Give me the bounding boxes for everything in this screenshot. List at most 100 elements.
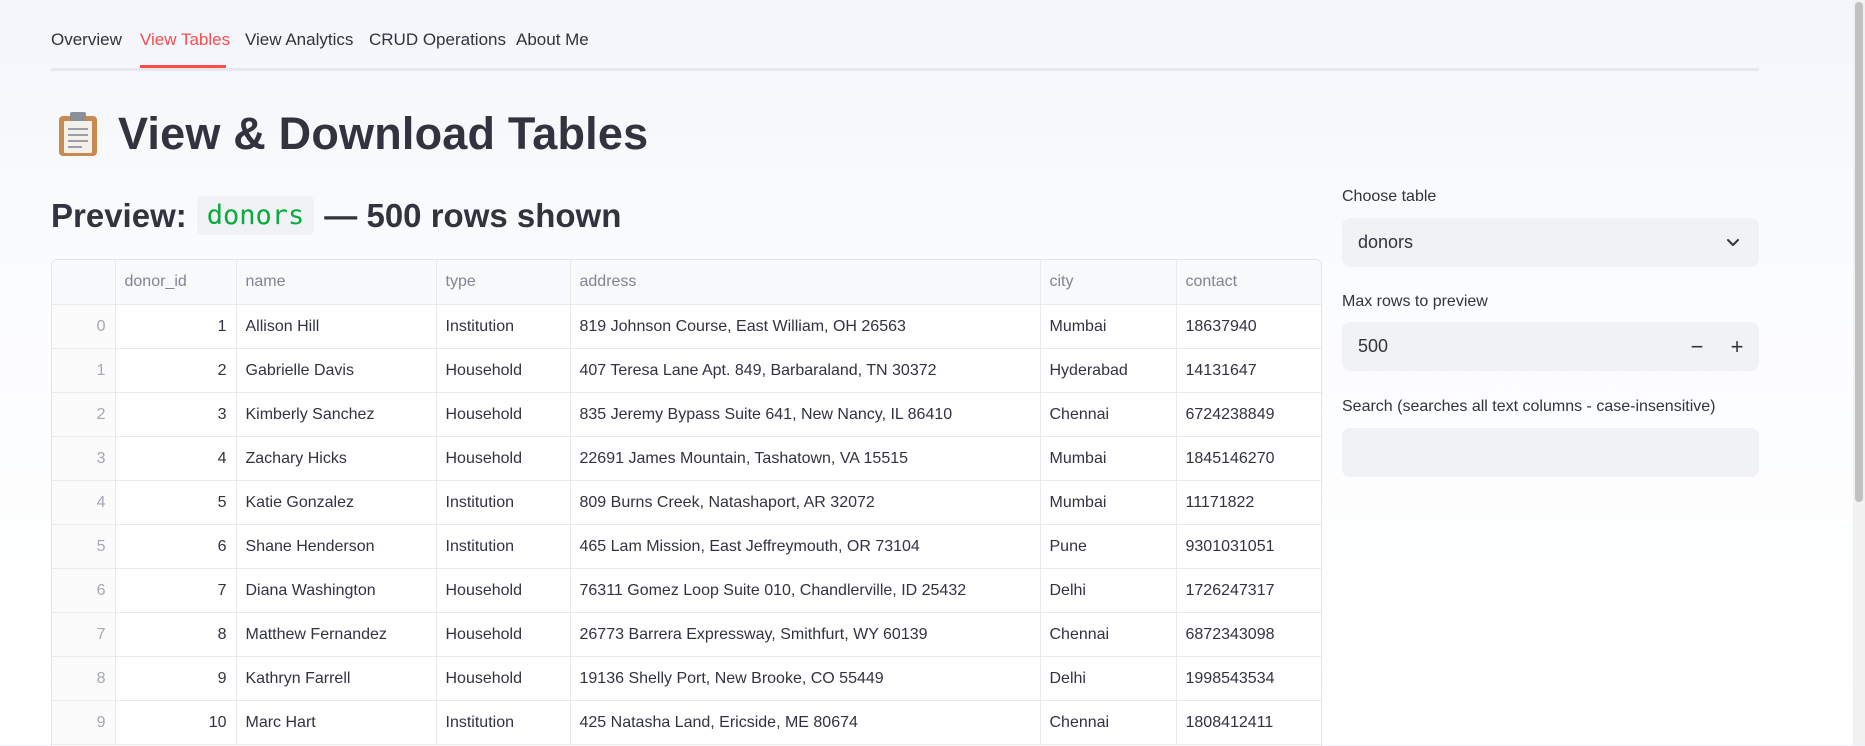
cell-donor-id[interactable]: 1	[115, 304, 237, 349]
cell-name[interactable]: Shane Henderson	[236, 524, 437, 569]
tab-view-analytics[interactable]: View Analytics	[245, 30, 353, 50]
cell-city[interactable]: Chennai	[1040, 612, 1177, 657]
cell-donor-id[interactable]: 2	[115, 348, 237, 393]
cell-type[interactable]: Household	[436, 612, 571, 657]
cell-name[interactable]: Allison Hill	[236, 304, 437, 349]
cell-name[interactable]: Matthew Fernandez	[236, 612, 437, 657]
cell-address[interactable]: 26773 Barrera Expressway, Smithfurt, WY …	[570, 612, 1041, 657]
cell-donor-id[interactable]: 5	[115, 480, 237, 525]
increment-button[interactable]: +	[1717, 322, 1757, 371]
cell-index[interactable]: 1	[52, 348, 116, 393]
cell-donor-id[interactable]: 3	[115, 392, 237, 437]
cell-address[interactable]: 407 Teresa Lane Apt. 849, Barbaraland, T…	[570, 348, 1041, 393]
column-header-contact[interactable]: contact	[1176, 260, 1321, 305]
cell-name[interactable]: Marc Hart	[236, 700, 437, 745]
cell-name[interactable]: Zachary Hicks	[236, 436, 437, 481]
cell-index[interactable]: 3	[52, 436, 116, 481]
cell-contact[interactable]: 6724238849	[1176, 392, 1321, 437]
cell-address[interactable]: 425 Natasha Land, Ericside, ME 80674	[570, 700, 1041, 745]
cell-contact[interactable]: 1998543534	[1176, 656, 1321, 701]
cell-city[interactable]: Mumbai	[1040, 304, 1177, 349]
cell-donor-id[interactable]: 7	[115, 568, 237, 613]
table-row[interactable]: 4 5 Katie Gonzalez Institution 809 Burns Cre…	[52, 480, 1321, 525]
cell-type[interactable]: Institution	[436, 480, 571, 525]
search-input[interactable]	[1342, 428, 1759, 477]
table-row[interactable]: 2 3 Kimberly Sanchez Household 835 Jeremy By…	[52, 392, 1321, 437]
tab-about-me[interactable]: About Me	[516, 30, 589, 50]
cell-type[interactable]: Household	[436, 348, 571, 393]
column-header-donor-id[interactable]: donor_id	[115, 260, 237, 305]
cell-type[interactable]: Household	[436, 656, 571, 701]
column-header-name[interactable]: name	[236, 260, 437, 305]
table-row[interactable]: 1 2 Gabrielle Davis Household 407 Teresa Lan…	[52, 348, 1321, 393]
page-scrollbar[interactable]	[1853, 0, 1865, 745]
cell-address[interactable]: 465 Lam Mission, East Jeffreymouth, OR 7…	[570, 524, 1041, 569]
cell-name[interactable]: Katie Gonzalez	[236, 480, 437, 525]
cell-index[interactable]: 2	[52, 392, 116, 437]
cell-address[interactable]: 819 Johnson Course, East William, OH 265…	[570, 304, 1041, 349]
cell-donor-id[interactable]: 10	[115, 700, 237, 745]
column-header-address[interactable]: address	[570, 260, 1041, 305]
cell-type[interactable]: Institution	[436, 700, 571, 745]
cell-donor-id[interactable]: 4	[115, 436, 237, 481]
cell-type[interactable]: Household	[436, 436, 571, 481]
cell-contact[interactable]: 6872343098	[1176, 612, 1321, 657]
cell-index[interactable]: 4	[52, 480, 116, 525]
data-table[interactable]: donor_id name type address city contact …	[51, 259, 1322, 746]
cell-index[interactable]: 6	[52, 568, 116, 613]
cell-contact[interactable]: 9301031051	[1176, 524, 1321, 569]
cell-index[interactable]: 7	[52, 612, 116, 657]
cell-index[interactable]: 9	[52, 700, 116, 745]
column-header-index[interactable]	[52, 260, 116, 305]
cell-city[interactable]: Mumbai	[1040, 480, 1177, 525]
tab-overview[interactable]: Overview	[51, 30, 122, 50]
cell-city[interactable]: Chennai	[1040, 700, 1177, 745]
cell-contact[interactable]: 11171822	[1176, 480, 1321, 525]
cell-name[interactable]: Kimberly Sanchez	[236, 392, 437, 437]
cell-donor-id[interactable]: 6	[115, 524, 237, 569]
cell-type[interactable]: Household	[436, 568, 571, 613]
cell-address[interactable]: 809 Burns Creek, Natashaport, AR 32072	[570, 480, 1041, 525]
table-row[interactable]: 7 8 Matthew Fernandez Household 26773 Barrer…	[52, 612, 1321, 657]
cell-address[interactable]: 19136 Shelly Port, New Brooke, CO 55449	[570, 656, 1041, 701]
cell-index[interactable]: 8	[52, 656, 116, 701]
cell-name[interactable]: Gabrielle Davis	[236, 348, 437, 393]
table-row[interactable]: 8 9 Kathryn Farrell Household 19136 Shelly P…	[52, 656, 1321, 701]
table-row[interactable]: 0 1 Allison Hill Institution 819 Johnson Cou…	[52, 304, 1321, 349]
decrement-button[interactable]: −	[1677, 322, 1717, 371]
table-row[interactable]: 3 4 Zachary Hicks Household 22691 James Moun…	[52, 436, 1321, 481]
cell-index[interactable]: 0	[52, 304, 116, 349]
cell-contact[interactable]: 1808412411	[1176, 700, 1321, 745]
cell-city[interactable]: Mumbai	[1040, 436, 1177, 481]
tab-crud-operations[interactable]: CRUD Operations	[369, 30, 506, 50]
cell-city[interactable]: Delhi	[1040, 656, 1177, 701]
cell-address[interactable]: 22691 James Mountain, Tashatown, VA 1551…	[570, 436, 1041, 481]
column-header-city[interactable]: city	[1040, 260, 1177, 305]
tab-view-tables[interactable]: View Tables	[140, 30, 230, 50]
cell-address[interactable]: 76311 Gomez Loop Suite 010, Chandlervill…	[570, 568, 1041, 613]
cell-address[interactable]: 835 Jeremy Bypass Suite 641, New Nancy, …	[570, 392, 1041, 437]
cell-type[interactable]: Household	[436, 392, 571, 437]
cell-donor-id[interactable]: 8	[115, 612, 237, 657]
cell-name[interactable]: Diana Washington	[236, 568, 437, 613]
cell-donor-id[interactable]: 9	[115, 656, 237, 701]
table-row[interactable]: 9 10 Marc Hart Institution 425 Natasha Land,…	[52, 700, 1321, 745]
cell-contact[interactable]: 18637940	[1176, 304, 1321, 349]
cell-type[interactable]: Institution	[436, 524, 571, 569]
cell-index[interactable]: 5	[52, 524, 116, 569]
cell-name[interactable]: Kathryn Farrell	[236, 656, 437, 701]
cell-contact[interactable]: 1726247317	[1176, 568, 1321, 613]
cell-city[interactable]: Pune	[1040, 524, 1177, 569]
cell-contact[interactable]: 1845146270	[1176, 436, 1321, 481]
cell-contact[interactable]: 14131647	[1176, 348, 1321, 393]
table-row[interactable]: 6 7 Diana Washington Household 76311 Gomez L…	[52, 568, 1321, 613]
choose-table-select[interactable]: donors	[1342, 218, 1759, 267]
cell-city[interactable]: Hyderabad	[1040, 348, 1177, 393]
max-rows-input[interactable]: 500 − +	[1342, 322, 1759, 371]
column-header-type[interactable]: type	[436, 260, 571, 305]
table-row[interactable]: 5 6 Shane Henderson Institution 465 Lam Miss…	[52, 524, 1321, 569]
scrollbar-thumb[interactable]	[1855, 2, 1863, 502]
cell-type[interactable]: Institution	[436, 304, 571, 349]
cell-city[interactable]: Delhi	[1040, 568, 1177, 613]
cell-city[interactable]: Chennai	[1040, 392, 1177, 437]
